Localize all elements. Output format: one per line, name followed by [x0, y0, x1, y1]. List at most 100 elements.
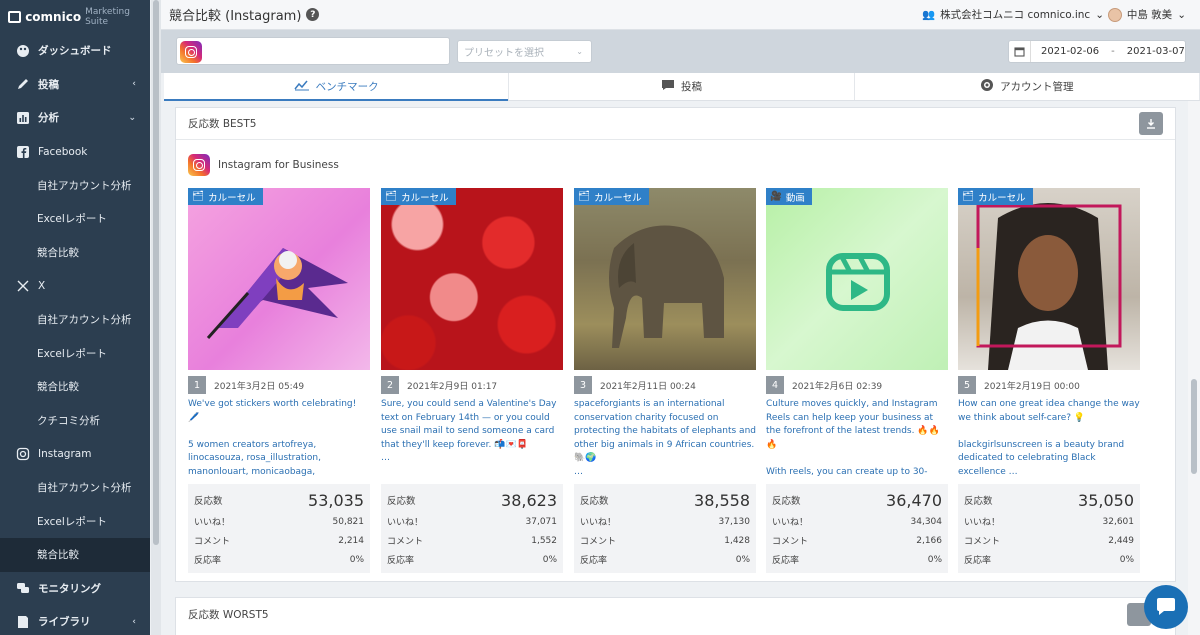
post-thumbnail[interactable]: 🗂 カルーセル: [188, 188, 370, 370]
account-select-input[interactable]: [176, 37, 450, 65]
tab-account-management[interactable]: アカウント管理: [855, 73, 1200, 100]
rank-number: 2: [381, 376, 399, 394]
preset-select[interactable]: プリセットを選択 ⌄: [457, 40, 592, 63]
main-scroll-thumb[interactable]: [1191, 379, 1197, 474]
post-caption-link[interactable]: How can one great idea change the way we…: [958, 398, 1140, 478]
tab-benchmark[interactable]: ベンチマーク: [164, 73, 510, 101]
post-thumbnail[interactable]: 🎥 動画: [766, 188, 948, 370]
stat-value: 32,601: [1102, 516, 1135, 527]
instagram-icon: [16, 447, 30, 461]
post-date: 2021年2月11日 00:24: [600, 381, 696, 392]
chat-support-button[interactable]: [1144, 585, 1188, 629]
stat-reactions: 反応数 38,558: [580, 488, 750, 512]
tab-label: 投稿: [680, 81, 702, 93]
stat-value: 36,470: [886, 490, 942, 510]
x-icon: [16, 279, 30, 293]
pencil-icon: [16, 77, 30, 91]
sidebar-item-x-own-analysis[interactable]: 自社アカウント分析: [0, 303, 150, 337]
post-caption-link[interactable]: spaceforgiants is an international conse…: [574, 398, 756, 478]
sidebar-item-monitoring[interactable]: モニタリング: [0, 572, 150, 606]
post-card[interactable]: 🗂 カルーセル 3 2021年2月11日 00:24 spaceforgiants…: [574, 188, 756, 573]
date-to[interactable]: 2021-03-07: [1127, 46, 1185, 57]
sidebar-item-fb-own-analysis[interactable]: 自社アカウント分析: [0, 168, 150, 202]
tab-label: ベンチマーク: [315, 81, 379, 93]
post-type-label: カルーセル: [401, 192, 449, 204]
sidebar-item-fb-excel-report[interactable]: Excelレポート: [0, 202, 150, 236]
post-card[interactable]: 🗂 カルーセル 1 2021年3月2日 05:49 We've got stick…: [188, 188, 370, 573]
stat-comments: コメント 2,166: [772, 531, 942, 550]
download-button[interactable]: [1139, 112, 1163, 135]
post-caption-link[interactable]: We've got stickers worth celebrating! 🖊️…: [188, 398, 370, 478]
stat-value: 1,428: [724, 535, 750, 546]
elephant-photo-icon: [609, 225, 724, 348]
sidebar-item-x-excel-report[interactable]: Excelレポート: [0, 336, 150, 370]
main-scrollbar[interactable]: [1188, 101, 1200, 635]
post-thumbnail[interactable]: 🗂 カルーセル: [958, 188, 1140, 370]
rank-row: 5 2021年2月19日 00:00: [958, 376, 1140, 394]
user-menu[interactable]: 中島 敦美 ⌄: [1107, 7, 1186, 22]
post-type-badge: 🗂 カルーセル: [188, 188, 263, 205]
stat-label: コメント: [194, 537, 231, 547]
logo-mark-icon: [8, 11, 22, 23]
stat-comments: コメント 1,428: [580, 531, 750, 550]
post-thumbnail[interactable]: 🗂 カルーセル: [574, 188, 756, 370]
post-card[interactable]: 🗂 カルーセル 2 2021年2月9日 01:17 Sure, you could…: [381, 188, 563, 573]
help-icon[interactable]: ?: [306, 8, 320, 21]
sidebar-item-ig-excel-report[interactable]: Excelレポート: [0, 504, 150, 538]
date-range-picker[interactable]: 2021-02-06 - 2021-03-07: [1008, 40, 1186, 63]
sidebar-item-post[interactable]: 投稿 ‹: [0, 68, 150, 102]
sidebar-item-label: Excelレポート: [37, 515, 107, 528]
sidebar-scroll-thumb[interactable]: [153, 0, 159, 545]
stat-label: 反応率: [194, 556, 222, 566]
carousel-icon: 🗂: [385, 191, 398, 202]
sidebar-item-ig-competitor[interactable]: 競合比較: [0, 537, 150, 572]
sidebar-item-facebook[interactable]: Facebook: [0, 135, 150, 169]
sidebar-item-label: 自社アカウント分析: [37, 179, 132, 192]
sidebar-item-x-word-of-mouth[interactable]: クチコミ分析: [0, 404, 150, 438]
sidebar-item-analysis[interactable]: 分析 ⌄: [0, 101, 150, 135]
sidebar-item-label: モニタリング: [38, 582, 101, 595]
chevron-left-icon: ‹: [132, 79, 136, 90]
post-stats: 反応数 35,050 いいね！ 32,601 コメント 2,449 反応率 0%: [958, 484, 1140, 573]
stat-value: 34,304: [910, 516, 943, 527]
sidebar-item-label: 競合比較: [37, 549, 79, 562]
sidebar-item-instagram[interactable]: Instagram: [0, 437, 150, 471]
tab-posts[interactable]: 投稿: [509, 73, 855, 100]
post-card[interactable]: 🎥 動画 4 2021年2月6日 02:39 Culture moves quic…: [766, 188, 948, 573]
sidebar-item-ig-own-analysis[interactable]: 自社アカウント分析: [0, 471, 150, 505]
date-from[interactable]: 2021-02-06: [1041, 46, 1099, 57]
sidebar-scrollbar[interactable]: [151, 0, 161, 635]
stat-value: 0%: [735, 554, 750, 565]
portrait-photo-icon: [976, 203, 1122, 370]
sidebar-item-x[interactable]: X: [0, 269, 150, 303]
sidebar-item-label: ライブラリ: [38, 616, 91, 629]
palette-icon: [16, 44, 30, 58]
comment-edit-icon: [661, 79, 675, 94]
post-card[interactable]: 🗂 カルーセル 5 2021年2月19日 00:00 How can one gr…: [958, 188, 1140, 573]
post-type-badge: 🗂 カルーセル: [958, 188, 1033, 205]
post-thumbnail[interactable]: 🗂 カルーセル: [381, 188, 563, 370]
chevron-left-icon: ‹: [132, 616, 136, 627]
company-name: 株式会社コムニコ comnico.inc: [940, 9, 1091, 21]
sidebar-item-library[interactable]: ライブラリ ‹: [0, 605, 150, 635]
sidebar-item-fb-competitor[interactable]: 競合比較: [0, 236, 150, 270]
sidebar-item-label: Facebook: [38, 145, 88, 158]
stat-rate: 反応率 0%: [194, 550, 364, 569]
rank-row: 1 2021年3月2日 05:49: [188, 376, 370, 394]
bar-chart-icon: [16, 111, 30, 125]
calendar-icon: [1009, 41, 1031, 62]
app-logo[interactable]: comnico Marketing Suite: [0, 0, 150, 34]
post-caption-link[interactable]: Sure, you could send a Valentine's Day t…: [381, 398, 563, 478]
worst5-title: 反応数 WORST5: [188, 608, 269, 621]
stat-value: 37,071: [525, 516, 558, 527]
download-icon: [1147, 119, 1155, 129]
best5-title: 反応数 BEST5: [188, 118, 257, 130]
sidebar-item-label: 自社アカウント分析: [37, 314, 132, 327]
stat-rate: 反応率 0%: [387, 550, 557, 569]
company-menu[interactable]: 👥 株式会社コムニコ comnico.inc ⌄: [922, 7, 1104, 22]
sidebar-item-dashboard[interactable]: ダッシュボード: [0, 34, 150, 68]
stat-comments: コメント 2,449: [964, 531, 1134, 550]
carousel-icon: 🗂: [192, 191, 205, 202]
sidebar-item-x-competitor[interactable]: 競合比較: [0, 370, 150, 404]
post-caption-link[interactable]: Culture moves quickly, and Instagram Ree…: [766, 398, 948, 478]
